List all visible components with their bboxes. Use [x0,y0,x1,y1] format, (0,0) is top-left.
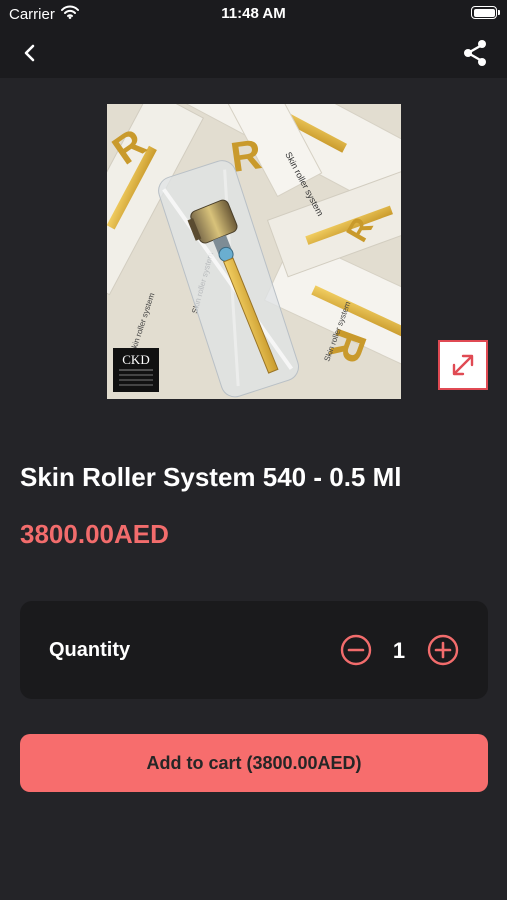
share-button[interactable] [459,37,491,69]
back-button[interactable] [14,38,46,68]
battery-icon [471,6,500,19]
add-to-cart-button[interactable]: Add to cart (3800.00AED) [20,734,488,792]
nav-bar [0,28,507,78]
increase-quantity-button[interactable] [427,634,459,666]
quantity-value: 1 [392,638,406,663]
quantity-card: Quantity 1 [20,601,488,699]
share-icon [464,40,486,66]
plus-circle-icon [427,634,459,666]
decrease-quantity-button[interactable] [340,634,372,666]
status-bar: Carrier 11:48 AM [0,0,507,28]
expand-image-button[interactable] [438,340,488,390]
product-photo: R R R R Skin roller system Skin roller s… [107,104,401,399]
product-image[interactable]: R R R R Skin roller system Skin roller s… [107,104,401,399]
chevron-left-icon [24,44,35,62]
expand-icon [452,354,474,376]
clock: 11:48 AM [221,5,286,22]
product-title: Skin Roller System 540 - 0.5 Ml [20,462,402,492]
quantity-label: Quantity [49,639,131,661]
minus-circle-icon [340,634,372,666]
svg-text:CKD: CKD [122,352,149,367]
product-price: 3800.00AED [20,519,169,549]
